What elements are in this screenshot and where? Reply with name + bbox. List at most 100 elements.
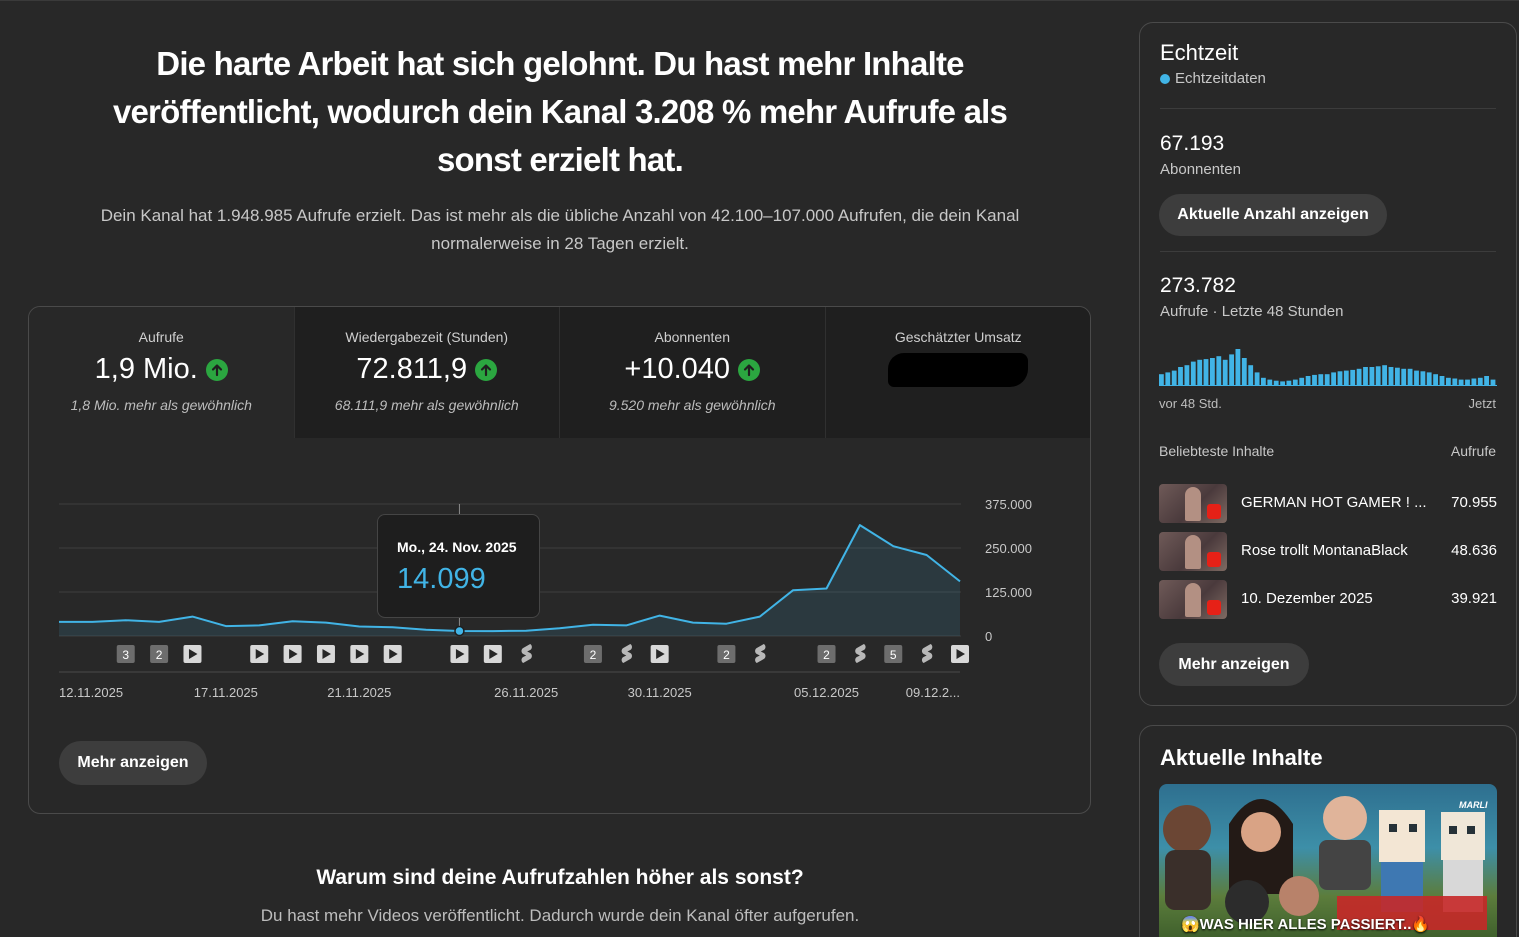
show-current-count-button[interactable]: Aktuelle Anzahl anzeigen [1159, 194, 1387, 236]
metric-label: Wiedergabezeit (Stunden) [345, 329, 509, 345]
mini-bar [1273, 380, 1279, 385]
upload-count-badge[interactable]: 5 [884, 645, 903, 663]
metric-tab-views[interactable]: Aufrufe 1,9 Mio. 1,8 Mio. mehr als gewöh… [29, 307, 295, 438]
metric-label: Geschätzter Umsatz [894, 329, 1022, 345]
realtime-show-more-button[interactable]: Mehr anzeigen [1159, 643, 1309, 686]
subscriber-count: 67.193 [1160, 132, 1225, 155]
video-icon[interactable] [283, 645, 302, 663]
metric-tab-subscribers[interactable]: Abonnenten +10.040 9.520 mehr als gewöhn… [560, 307, 826, 438]
mini-bar [1446, 377, 1451, 385]
insight-headline: Die harte Arbeit hat sich gelohnt. Du ha… [112, 45, 1008, 178]
video-icon[interactable] [383, 645, 402, 663]
latest-video-thumbnail[interactable]: MARLI 😱WAS HIER ALLES PASSIERT..🔥 [1159, 784, 1497, 937]
top-content-row[interactable]: 10. Dezember 2025 39.921 [1159, 580, 1497, 620]
realtime-title: Echtzeit [1160, 40, 1239, 65]
mini-bar [1369, 367, 1375, 385]
metric-tab-watch-time[interactable]: Wiedergabezeit (Stunden) 72.811,9 68.111… [294, 307, 560, 438]
realtime-card: Echtzeit Echtzeitdaten 67.193 Abonnenten… [1139, 22, 1517, 706]
analytics-card: Aufrufe 1,9 Mio. 1,8 Mio. mehr als gewöh… [28, 306, 1091, 814]
realtime-views-label: Aufrufe · Letzte 48 Stunden [1160, 303, 1344, 320]
video-thumbnail [1159, 484, 1227, 523]
mini-bar [1414, 370, 1419, 385]
shorts-icon[interactable] [521, 644, 532, 663]
mini-bar [1184, 365, 1190, 385]
mini-bar [1375, 366, 1381, 385]
show-more-button[interactable]: Mehr anzeigen [59, 741, 207, 785]
video-icon[interactable] [450, 645, 469, 663]
mini-bar [1439, 376, 1445, 385]
metric-value: 1,9 Mio. [29, 353, 294, 386]
video-icon[interactable] [951, 645, 969, 663]
mini-bar [1222, 359, 1228, 385]
mini-bar [1292, 379, 1298, 385]
metric-note: 68.111,9 mehr als gewöhnlich [334, 397, 519, 413]
mini-bar [1216, 356, 1222, 385]
mini-bar [1159, 374, 1164, 385]
mini-bar [1203, 359, 1209, 385]
top-content-row[interactable]: Rose trollt MontanaBlack 48.636 [1159, 532, 1497, 572]
mini-bar [1458, 379, 1464, 385]
shorts-icon[interactable] [755, 644, 766, 663]
metric-label: Aufrufe [138, 329, 184, 345]
mini-bar [1426, 372, 1432, 385]
video-icon[interactable] [650, 645, 669, 663]
x-tick-label: 17.11.2025 [194, 685, 258, 700]
upload-count-badge[interactable]: 2 [583, 645, 602, 663]
x-tick-label: 12.11.2025 [59, 685, 123, 700]
video-icon[interactable] [350, 645, 369, 663]
mini-bar [1286, 380, 1292, 385]
mini-bar [1171, 370, 1177, 385]
mini-bar [1248, 365, 1254, 385]
upload-count-badge[interactable]: 2 [717, 645, 736, 663]
mini-bar [1395, 367, 1400, 385]
mini-bar [1280, 381, 1285, 385]
video-icon[interactable] [316, 645, 335, 663]
shorts-icon[interactable] [621, 644, 632, 663]
content-views: 39.921 [1451, 590, 1497, 607]
views-chart[interactable]: 375.000 250.000 125.000 0 3 2 2 2 2 5 12.11.2025 17… [29, 438, 1091, 728]
upload-count: 5 [890, 648, 897, 662]
metric-tabs: Aufrufe 1,9 Mio. 1,8 Mio. mehr als gewöh… [29, 307, 1090, 438]
mini-bar [1165, 372, 1171, 385]
upload-count-badge[interactable]: 2 [150, 645, 169, 663]
realtime-views-count: 273.782 [1160, 274, 1236, 297]
upload-count: 3 [122, 648, 129, 662]
shorts-icon[interactable] [855, 644, 866, 663]
y-tick-label: 125.000 [985, 585, 1032, 600]
chart-tooltip: Mo., 24. Nov. 2025 14.099 [377, 514, 540, 618]
x-tick-label: 26.11.2025 [494, 685, 558, 700]
latest-video-caption: 😱WAS HIER ALLES PASSIERT..🔥 [1181, 916, 1431, 933]
mini-bar [1331, 372, 1336, 385]
top-divider [0, 0, 1519, 1]
mini-bar [1299, 377, 1305, 385]
redacted-value [887, 353, 1028, 387]
mini-bar [1312, 374, 1317, 385]
upload-count-badge[interactable]: 2 [817, 645, 836, 663]
realtime-bar-chart[interactable] [1159, 341, 1497, 387]
live-label-text: Echtzeitdaten [1175, 70, 1266, 87]
metric-label: Abonnenten [654, 329, 731, 345]
content-views: 70.955 [1451, 494, 1497, 511]
shorts-icon[interactable] [921, 644, 933, 663]
upload-count-badge[interactable]: 3 [116, 645, 135, 663]
mini-bar [1241, 358, 1247, 385]
video-icon[interactable] [250, 645, 269, 663]
x-tick-label: 05.12.2025 [794, 685, 859, 700]
x-tick-label: 21.11.2025 [327, 685, 391, 700]
mini-bar [1420, 371, 1426, 385]
x-tick-label: 30.11.2025 [628, 685, 692, 700]
mini-bar [1433, 374, 1438, 385]
video-thumbnail [1159, 580, 1227, 619]
mini-bar [1178, 367, 1183, 385]
mini-bar [1465, 379, 1470, 385]
metric-note: 9.520 mehr als gewöhnlich [608, 397, 776, 413]
shorts-icon [1207, 504, 1221, 519]
metric-tab-revenue[interactable]: Geschätzter Umsatz [825, 307, 1090, 438]
divider [1160, 108, 1496, 109]
video-icon[interactable] [183, 645, 202, 663]
top-content-views-header: Aufrufe [1450, 443, 1496, 459]
mini-bar [1318, 374, 1324, 385]
video-icon[interactable] [483, 645, 502, 663]
content-title: GERMAN HOT GAMER ! ... [1241, 494, 1427, 511]
top-content-row[interactable]: GERMAN HOT GAMER ! ... 70.955 [1159, 484, 1497, 524]
